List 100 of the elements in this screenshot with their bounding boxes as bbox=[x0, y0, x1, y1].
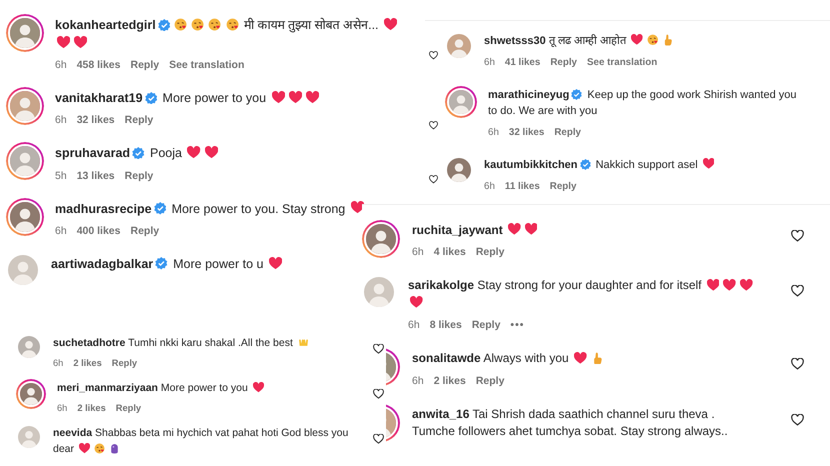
timestamp: 6h bbox=[412, 374, 424, 387]
see-translation-link[interactable]: See translation bbox=[587, 56, 658, 68]
likes-count[interactable]: 11 likes bbox=[504, 180, 540, 192]
reply-link[interactable]: Reply bbox=[550, 56, 578, 68]
reply-link[interactable]: Reply bbox=[476, 246, 504, 258]
username[interactable]: suchetadhotre bbox=[53, 337, 126, 349]
heart-emoji-icon bbox=[574, 352, 587, 364]
reply-link[interactable]: Reply bbox=[124, 114, 154, 126]
username[interactable]: kautumbikkitchen bbox=[484, 158, 578, 171]
likes-count[interactable]: 13 likes bbox=[76, 170, 115, 182]
avatar[interactable] bbox=[6, 14, 44, 52]
timestamp: 6h bbox=[55, 114, 67, 126]
username[interactable]: aartiwadagbalkar bbox=[51, 256, 154, 271]
reply-link[interactable]: Reply bbox=[116, 403, 142, 414]
comment-text: Stay strong for your daughter and for itself bbox=[477, 278, 702, 292]
avatar[interactable] bbox=[445, 86, 477, 118]
timestamp: 6h bbox=[484, 180, 495, 192]
heart-emoji-icon bbox=[723, 278, 736, 292]
avatar[interactable] bbox=[362, 220, 400, 258]
reply-link[interactable]: Reply bbox=[554, 126, 582, 138]
heart-emoji-icon bbox=[78, 442, 90, 454]
more-options[interactable]: ••• bbox=[510, 319, 524, 332]
kiss-emoji-icon bbox=[174, 18, 188, 31]
likes-count[interactable]: 41 likes bbox=[504, 56, 540, 68]
likes-count[interactable]: 4 likes bbox=[434, 246, 466, 258]
reply-link[interactable]: Reply bbox=[472, 319, 500, 332]
reply-link[interactable]: Reply bbox=[130, 59, 160, 72]
emoji-icon bbox=[108, 442, 120, 454]
username[interactable]: ruchita_jaywant bbox=[412, 223, 503, 237]
kiss-emoji-icon bbox=[208, 18, 222, 31]
username[interactable]: spruhavarad bbox=[55, 146, 130, 160]
comment-text: Nakkich support asel bbox=[596, 158, 698, 171]
timestamp: 6h bbox=[55, 59, 67, 72]
like-heart-icon[interactable] bbox=[429, 120, 438, 130]
comment-text: More power to you. Stay strong bbox=[172, 202, 346, 216]
heart-emoji-icon bbox=[288, 91, 302, 104]
like-heart-icon[interactable] bbox=[429, 174, 438, 184]
timestamp: 6h bbox=[408, 319, 420, 332]
reply-link[interactable]: Reply bbox=[476, 374, 504, 387]
heart-emoji-icon bbox=[187, 146, 201, 160]
avatar[interactable] bbox=[6, 142, 44, 180]
avatar[interactable] bbox=[16, 379, 46, 410]
like-heart-icon[interactable] bbox=[791, 230, 804, 242]
like-heart-icon[interactable] bbox=[373, 344, 384, 354]
username[interactable]: anwita_16 bbox=[412, 406, 470, 421]
heart-emoji-icon bbox=[350, 201, 364, 214]
likes-count[interactable]: 458 likes bbox=[76, 59, 120, 72]
comment-text: Tumhi nkki karu shakal .All the best bbox=[128, 337, 293, 349]
likes-count[interactable]: 32 likes bbox=[508, 126, 544, 138]
likes-count[interactable]: 32 likes bbox=[76, 114, 115, 126]
reply-link[interactable]: Reply bbox=[550, 180, 576, 192]
username[interactable]: neevida bbox=[53, 427, 92, 440]
username[interactable]: shwetsss30 bbox=[484, 35, 546, 47]
like-heart-icon[interactable] bbox=[373, 389, 384, 400]
kiss-emoji-icon bbox=[226, 18, 239, 31]
likes-count[interactable]: 2 likes bbox=[77, 403, 106, 414]
hand-emoji-icon bbox=[662, 34, 674, 46]
comment-text: मी कायम तुझ्या सोबत असेन... bbox=[244, 18, 379, 32]
kiss-emoji-icon bbox=[191, 18, 204, 31]
kiss-emoji-icon bbox=[646, 34, 658, 46]
likes-count[interactable]: 2 likes bbox=[434, 374, 466, 387]
comment-text: Keep up the good work Shirish wanted you bbox=[587, 88, 797, 101]
timestamp: 6h bbox=[55, 224, 67, 237]
heart-emoji-icon bbox=[306, 91, 319, 104]
reply-link[interactable]: Reply bbox=[112, 358, 138, 368]
username[interactable]: madhurasrecipe bbox=[55, 202, 152, 216]
comment-text: Always with you bbox=[483, 351, 569, 366]
username[interactable]: marathicineyug bbox=[488, 88, 570, 101]
likes-count[interactable]: 2 likes bbox=[73, 358, 102, 368]
heart-emoji-icon bbox=[508, 223, 521, 236]
likes-count[interactable]: 400 likes bbox=[76, 224, 120, 237]
timestamp: 6h bbox=[488, 126, 499, 138]
heart-emoji-icon bbox=[410, 296, 423, 309]
like-heart-icon[interactable] bbox=[791, 285, 804, 298]
reply-link[interactable]: Reply bbox=[124, 170, 154, 182]
timestamp: 6h bbox=[53, 358, 64, 368]
like-heart-icon[interactable] bbox=[791, 358, 804, 370]
like-heart-icon[interactable] bbox=[429, 50, 438, 60]
comment-text: Tumche followers ahet tumchya sobat. Stay strong always.. bbox=[412, 424, 728, 438]
comment-text: dear bbox=[53, 442, 74, 455]
username[interactable]: meri_manmarziyaan bbox=[57, 382, 158, 394]
like-heart-icon[interactable] bbox=[791, 414, 804, 426]
heart-emoji-icon bbox=[74, 36, 88, 50]
avatar[interactable] bbox=[6, 87, 44, 126]
heart-emoji-icon bbox=[740, 278, 753, 292]
username[interactable]: vanitakharat19 bbox=[55, 91, 143, 106]
like-heart-icon[interactable] bbox=[373, 434, 384, 444]
username[interactable]: sonalitawde bbox=[412, 351, 481, 366]
comment-text: Pooja bbox=[150, 146, 182, 160]
comment-text: More power to u bbox=[173, 256, 264, 271]
heart-emoji-icon bbox=[252, 382, 264, 394]
avatar[interactable] bbox=[6, 198, 44, 236]
heart-emoji-icon bbox=[524, 223, 538, 236]
username[interactable]: sarikakolge bbox=[408, 278, 474, 292]
timestamp: 6h bbox=[57, 403, 68, 414]
see-translation-link[interactable]: See translation bbox=[169, 59, 244, 72]
heart-emoji-icon bbox=[384, 18, 398, 31]
username[interactable]: kokanheartedgirl bbox=[55, 18, 156, 32]
likes-count[interactable]: 8 likes bbox=[430, 319, 462, 332]
reply-link[interactable]: Reply bbox=[130, 224, 160, 237]
